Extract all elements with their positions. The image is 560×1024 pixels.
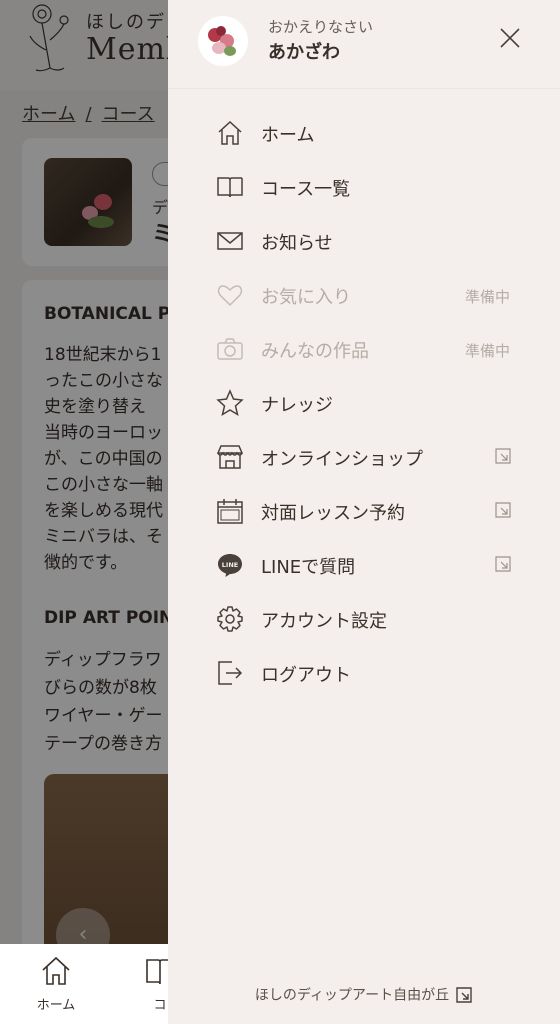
divider xyxy=(168,88,560,89)
shop-icon xyxy=(216,445,244,469)
bottom-nav-course-label: コ xyxy=(153,998,167,1013)
menu-item-label: お知らせ xyxy=(261,233,333,254)
menu-item-label: みんなの作品 xyxy=(261,341,369,362)
mail-icon xyxy=(217,232,243,250)
menu-item-knowledge[interactable]: ナレッジ xyxy=(168,376,560,430)
external-link-icon xyxy=(495,502,511,518)
username: あかざわ xyxy=(268,42,340,63)
camera-icon xyxy=(217,338,243,360)
home-icon xyxy=(42,956,70,985)
menu-item-favorites: お気に入り 準備中 xyxy=(168,268,560,322)
coming-soon-badge: 準備中 xyxy=(464,342,510,360)
menu-item-lesson-booking[interactable]: 対面レッスン予約 xyxy=(168,484,560,538)
menu-item-label: ホーム xyxy=(261,125,315,146)
svg-text:LINE: LINE xyxy=(222,561,238,569)
menu-item-home[interactable]: ホーム xyxy=(168,106,560,160)
bottom-nav-home[interactable]: ホーム xyxy=(16,954,96,1013)
menu-item-label: 対面レッスン予約 xyxy=(261,503,405,524)
logout-icon xyxy=(218,661,243,685)
menu-item-label: お気に入り xyxy=(261,287,351,308)
external-link-icon xyxy=(495,448,511,464)
home-icon xyxy=(218,120,242,145)
heart-icon xyxy=(217,285,243,307)
footer-label: ほしのディップアート自由が丘 xyxy=(254,987,450,1004)
menu-item-label: LINEで質問 xyxy=(261,557,356,578)
menu-item-label: ナレッジ xyxy=(261,395,333,416)
menu-item-label: アカウント設定 xyxy=(261,611,387,632)
calendar-icon xyxy=(217,499,243,524)
menu-item-account-settings[interactable]: アカウント設定 xyxy=(168,592,560,646)
bottom-nav-home-label: ホーム xyxy=(36,998,76,1013)
menu-item-label: コース一覧 xyxy=(261,179,351,200)
coming-soon-badge: 準備中 xyxy=(464,288,510,306)
greeting-text: おかえりなさい xyxy=(268,18,374,36)
gear-icon xyxy=(217,606,243,632)
line-icon: LINE xyxy=(218,554,242,577)
external-link-icon xyxy=(456,986,472,1003)
external-link-icon xyxy=(495,556,511,572)
menu-item-line-question[interactable]: LINE LINEで質問 xyxy=(168,538,560,592)
avatar xyxy=(198,16,248,66)
menu-item-gallery: みんなの作品 準備中 xyxy=(168,322,560,376)
side-drawer: おかえりなさい あかざわ ホーム コース一覧 お知らせ お気に入り 準備中 みん… xyxy=(168,0,560,1024)
close-icon[interactable] xyxy=(498,26,522,50)
menu-item-online-shop[interactable]: オンラインショップ xyxy=(168,430,560,484)
footer-site-link[interactable]: ほしのディップアート自由が丘 xyxy=(168,984,560,1012)
menu-item-notices[interactable]: お知らせ xyxy=(168,214,560,268)
book-icon xyxy=(217,177,243,198)
menu-item-course-list[interactable]: コース一覧 xyxy=(168,160,560,214)
menu-item-label: ログアウト xyxy=(261,665,351,686)
menu-item-logout[interactable]: ログアウト xyxy=(168,646,560,700)
menu-item-label: オンラインショップ xyxy=(261,449,423,470)
drawer-header: おかえりなさい あかざわ xyxy=(168,0,560,88)
star-icon xyxy=(216,389,244,417)
